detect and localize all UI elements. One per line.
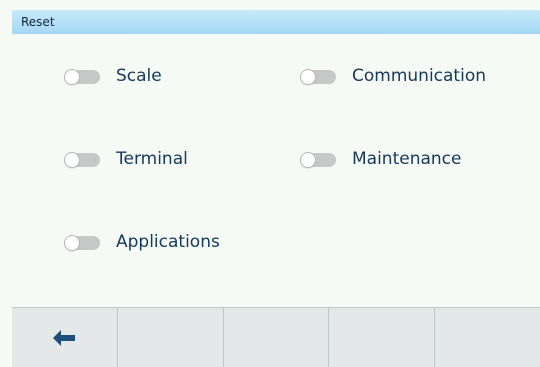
maintenance-label: Maintenance [352, 149, 462, 169]
communication-label: Communication [352, 66, 486, 86]
reset-options: Scale Communication Terminal Maintenance [12, 34, 540, 307]
communication-reset-option[interactable]: Communication [300, 68, 486, 85]
maintenance-toggle[interactable] [300, 151, 336, 168]
reset-screen: Reset Scale Communication Terminal Maint… [0, 0, 540, 367]
softkey-4[interactable] [329, 308, 436, 367]
toggle-knob [300, 151, 316, 168]
softkey-bar [12, 307, 540, 367]
toggle-knob [64, 234, 80, 251]
maintenance-reset-option[interactable]: Maintenance [300, 151, 461, 168]
terminal-reset-option[interactable]: Terminal [64, 151, 188, 168]
communication-toggle[interactable] [300, 68, 336, 85]
terminal-toggle[interactable] [64, 151, 100, 168]
title-bar: Reset [12, 10, 540, 34]
applications-reset-option[interactable]: Applications [64, 234, 220, 251]
terminal-label: Terminal [116, 149, 188, 169]
toggle-knob [64, 68, 80, 85]
scale-reset-option[interactable]: Scale [64, 68, 162, 85]
page-title: Reset [21, 15, 55, 29]
applications-label: Applications [116, 232, 220, 252]
softkey-3[interactable] [223, 308, 330, 367]
toggle-knob [300, 68, 316, 85]
scale-label: Scale [116, 66, 162, 86]
scale-toggle[interactable] [64, 68, 100, 85]
back-arrow-icon [53, 329, 76, 346]
softkey-5[interactable] [435, 308, 540, 367]
applications-toggle[interactable] [64, 234, 100, 251]
back-button[interactable] [12, 308, 118, 367]
toggle-knob [64, 151, 80, 168]
softkey-2[interactable] [117, 308, 224, 367]
